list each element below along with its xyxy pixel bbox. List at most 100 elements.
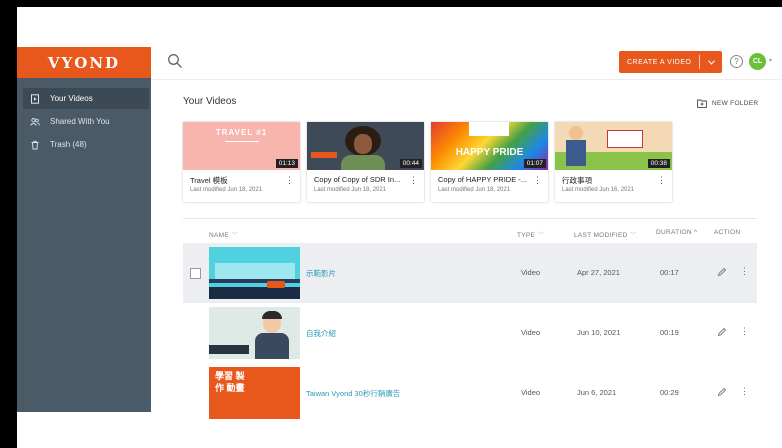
column-header-modified[interactable]: LAST MODIFIED ﹀ <box>574 229 637 239</box>
app-viewport: VYOND Your Videos Shared With You Trash … <box>17 47 782 419</box>
column-header-label: NAME <box>209 232 229 239</box>
sort-up-icon: ^ <box>693 229 698 236</box>
video-thumbnail[interactable]: TRAVEL #1 01:13 <box>183 122 300 170</box>
column-header-duration[interactable]: DURATION ^ <box>656 229 697 236</box>
new-folder-button[interactable]: NEW FOLDER <box>697 99 758 108</box>
card-modified: Last modified Jun 18, 2021 <box>438 187 511 193</box>
character-body <box>566 140 586 166</box>
road <box>209 287 300 299</box>
video-thumbnail[interactable]: 00:44 <box>307 122 424 170</box>
column-header-label: TYPE <box>517 232 536 239</box>
thumbnail-line <box>225 141 259 142</box>
character-face <box>354 134 372 154</box>
video-name-link[interactable]: 自我介紹 <box>306 328 336 339</box>
row-checkbox[interactable] <box>190 268 201 279</box>
video-type: Video <box>521 388 541 397</box>
more-options-icon[interactable]: ⋮ <box>285 175 294 186</box>
search-icon[interactable] <box>167 53 183 69</box>
card-title[interactable]: 行政事項 <box>562 175 654 186</box>
table-divider <box>183 218 757 219</box>
column-header-label: DURATION <box>656 229 692 236</box>
video-type: Video <box>521 328 541 337</box>
more-options-icon[interactable]: ⋮ <box>740 326 749 337</box>
card-title[interactable]: Copy of HAPPY PRIDE -... <box>438 175 530 184</box>
video-name-link[interactable]: Taiwan Vyond 30秒行銷廣告 <box>306 388 400 399</box>
edit-pencil-icon[interactable] <box>717 267 727 277</box>
row-thumbnail[interactable] <box>209 307 300 359</box>
table-row[interactable]: 學習 製作 動畫 Taiwan Vyond 30秒行銷廣告 Video Jun … <box>183 363 757 423</box>
video-card[interactable]: 00:44 Copy of Copy of SDR In... Last mod… <box>307 122 424 202</box>
video-type: Video <box>521 268 541 277</box>
bridge <box>209 279 300 283</box>
video-modified: Apr 27, 2021 <box>577 268 620 277</box>
column-header-type[interactable]: TYPE ﹀ <box>517 229 544 239</box>
row-thumbnail[interactable] <box>209 247 300 299</box>
shared-users-icon <box>29 116 41 128</box>
sort-chevron-icon: ﹀ <box>537 232 545 239</box>
video-card[interactable]: 00:38 行政事項 Last modified Jun 16, 2021 ⋮ <box>555 122 672 202</box>
new-folder-icon <box>697 99 707 108</box>
video-name-link[interactable]: 示範影片 <box>306 268 336 279</box>
more-options-icon[interactable]: ⋮ <box>409 175 418 186</box>
duration-badge: 00:44 <box>399 159 422 168</box>
thumbnail-title: TRAVEL #1 <box>215 128 268 137</box>
create-video-label: CREATE A VIDEO <box>627 58 692 66</box>
video-thumbnail[interactable]: HAPPY PRIDE 01:07 <box>431 122 548 170</box>
avatar[interactable]: CL <box>749 53 766 70</box>
column-header-label: LAST MODIFIED <box>574 232 628 239</box>
thumbnail-title: HAPPY PRIDE <box>455 147 524 158</box>
vyond-logo[interactable]: VYOND <box>17 47 151 78</box>
video-file-icon <box>29 93 41 105</box>
sort-chevron-icon: ﹀ <box>231 232 238 239</box>
duration-badge: 01:13 <box>275 159 298 168</box>
sidebar: VYOND Your Videos Shared With You Trash … <box>17 47 151 412</box>
column-header-action: ACTION <box>714 229 741 236</box>
trash-icon <box>29 139 41 151</box>
more-options-icon[interactable]: ⋮ <box>657 175 666 186</box>
video-modified: Jun 6, 2021 <box>577 388 617 397</box>
row-thumbnail[interactable]: 學習 製作 動畫 <box>209 367 300 419</box>
table-row[interactable]: 示範影片 Video Apr 27, 2021 00:17 ⋮ <box>183 243 757 303</box>
duration-badge: 01:07 <box>523 159 546 168</box>
card-modified: Last modified Jun 16, 2021 <box>562 187 635 193</box>
character-body <box>255 333 289 359</box>
more-options-icon[interactable]: ⋮ <box>740 266 749 277</box>
card-title[interactable]: Travel 模板 <box>190 175 282 186</box>
vehicle <box>267 281 285 288</box>
edit-pencil-icon[interactable] <box>717 327 727 337</box>
video-thumbnail[interactable]: 00:38 <box>555 122 672 170</box>
more-options-icon[interactable]: ⋮ <box>533 175 542 186</box>
card-modified: Last modified Jun 18, 2021 <box>190 187 263 193</box>
video-duration: 00:29 <box>660 388 679 397</box>
sign-board <box>607 130 643 148</box>
new-folder-label: NEW FOLDER <box>712 100 759 107</box>
page-title: Your Videos <box>183 96 237 107</box>
app-window: VYOND Your Videos Shared With You Trash … <box>17 7 782 448</box>
video-modified: Jun 10, 2021 <box>577 328 621 337</box>
video-duration: 00:19 <box>660 328 679 337</box>
help-icon[interactable]: ? <box>730 55 743 68</box>
chevron-down-icon[interactable] <box>700 59 722 65</box>
table-row[interactable]: 自我介紹 Video Jun 10, 2021 00:19 ⋮ <box>183 303 757 363</box>
video-card[interactable]: HAPPY PRIDE 01:07 Copy of HAPPY PRIDE -.… <box>431 122 548 202</box>
sort-chevron-icon: ﹀ <box>629 232 637 239</box>
sidebar-item-your-videos[interactable]: Your Videos <box>23 88 149 109</box>
video-duration: 00:17 <box>660 268 679 277</box>
character-hair <box>262 311 282 319</box>
video-card[interactable]: TRAVEL #1 01:13 Travel 模板 Last modified … <box>183 122 300 202</box>
column-header-name[interactable]: NAME ﹀ <box>209 229 238 239</box>
sign-board <box>469 122 509 136</box>
character-body <box>341 155 385 170</box>
card-title[interactable]: Copy of Copy of SDR In... <box>314 175 406 184</box>
header-divider <box>151 79 782 80</box>
create-video-button[interactable]: CREATE A VIDEO <box>619 51 722 73</box>
sidebar-item-label: Your Videos <box>50 94 93 103</box>
more-options-icon[interactable]: ⋮ <box>740 386 749 397</box>
sidebar-item-trash[interactable]: Trash (48) <box>23 134 149 155</box>
sidebar-item-shared-with-you[interactable]: Shared With You <box>23 111 149 132</box>
sidebar-item-label: Trash (48) <box>50 140 87 149</box>
edit-pencil-icon[interactable] <box>717 387 727 397</box>
avatar-chevron-icon[interactable]: ▾ <box>769 57 772 64</box>
caption-box <box>311 152 337 158</box>
thumbnail-title: 學習 製作 動畫 <box>215 371 245 393</box>
